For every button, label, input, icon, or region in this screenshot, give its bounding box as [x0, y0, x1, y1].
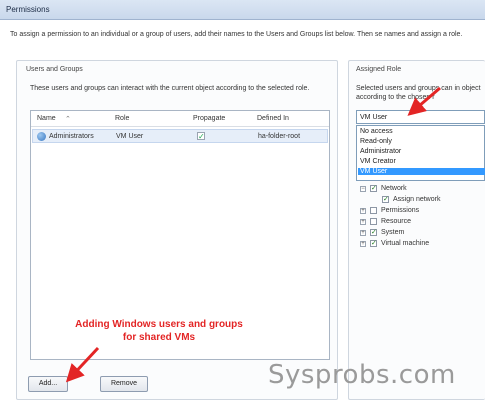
watermark: Sysprobs.com [268, 360, 456, 390]
arrow-to-add-button [65, 346, 100, 383]
permissions-dialog: Permissions To assign a permission to an… [0, 0, 485, 405]
arrow-to-role-dropdown [407, 86, 441, 116]
annotation-arrows [65, 86, 441, 383]
